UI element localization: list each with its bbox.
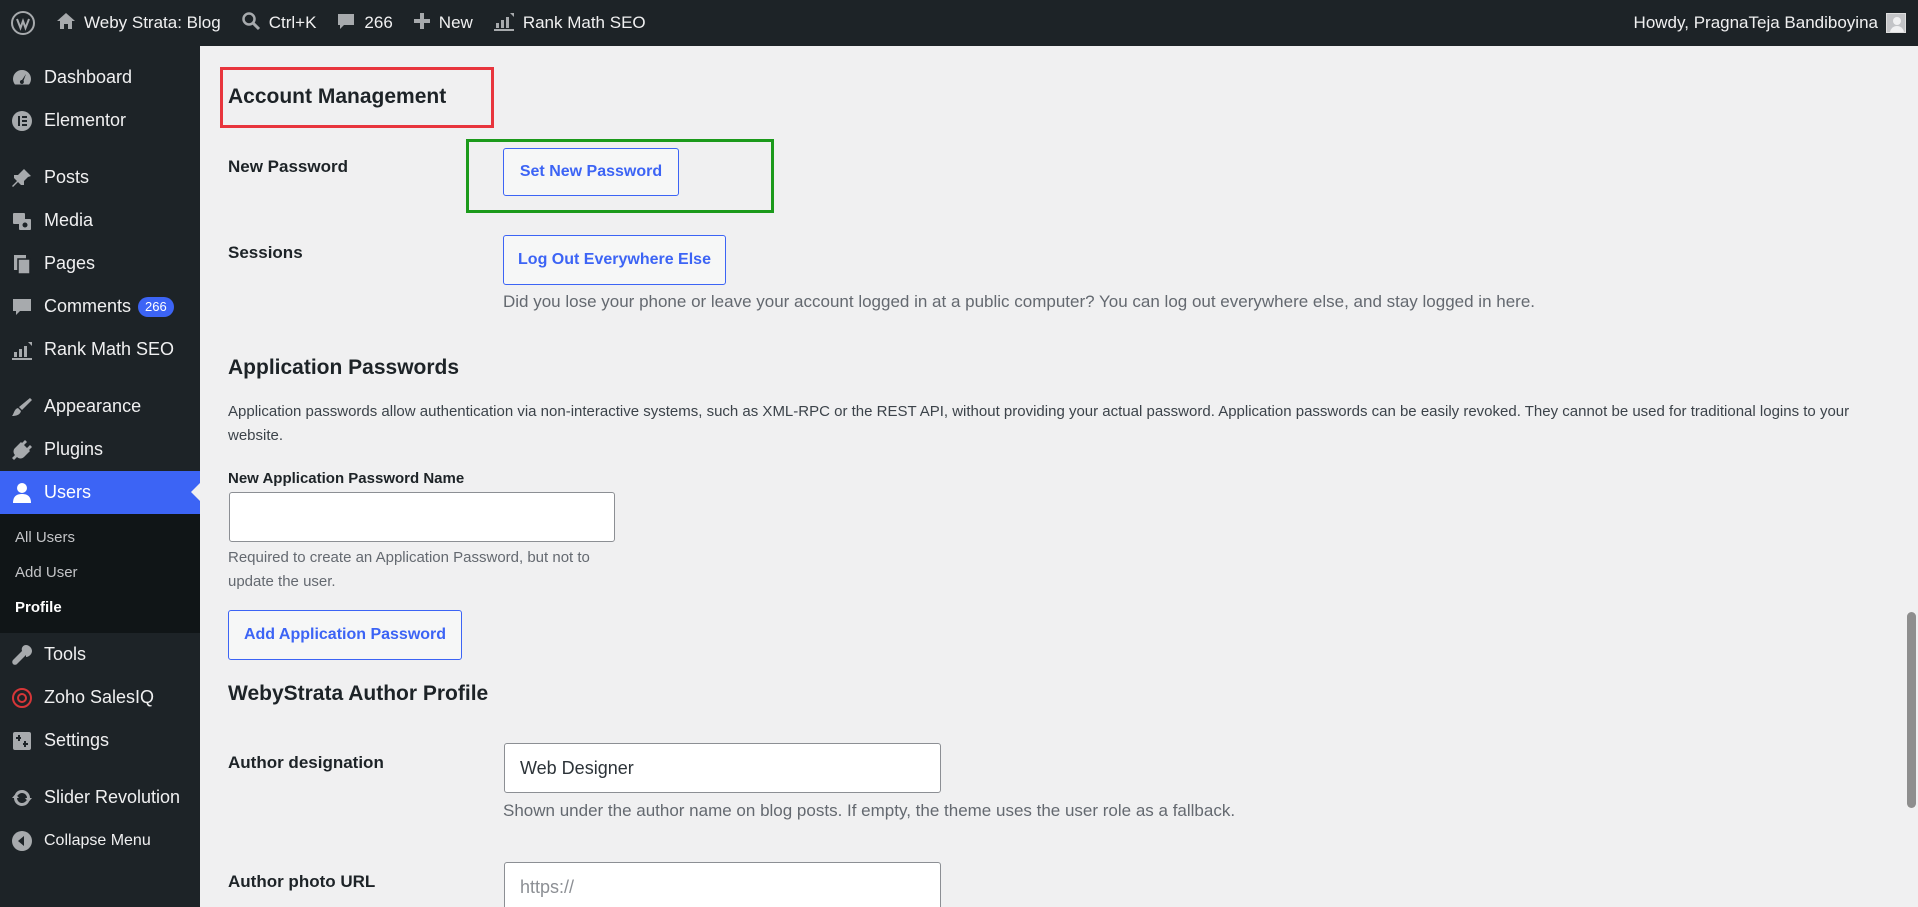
rankmath-link[interactable]: Rank Math SEO [483,0,656,46]
new-password-label: New Password [228,157,348,176]
refresh-icon [11,787,33,809]
brush-icon [11,396,33,418]
sessions-label: Sessions [228,243,303,262]
admin-bar: Weby Strata: Blog Ctrl+K 266 New Rank Ma… [0,0,1918,46]
new-content-link[interactable]: New [403,0,483,46]
application-passwords-heading: Application Passwords [228,356,460,379]
submenu-item-all-users[interactable]: All Users [0,520,200,555]
author-designation-label: Author designation [228,753,384,772]
site-name: Weby Strata: Blog [84,13,221,32]
app-password-name-input[interactable] [229,492,615,542]
plug-icon [11,439,33,461]
application-passwords-description: Application passwords allow authenticati… [228,403,1850,444]
sidebar-item-posts[interactable]: Posts [0,156,200,199]
sidebar-item-pages[interactable]: Pages [0,242,200,285]
author-photo-label: Author photo URL [228,872,376,891]
author-designation-description: Shown under the author name on blog post… [503,801,1236,820]
sidebar-item-plugins[interactable]: Plugins [0,428,200,471]
howdy-text: Howdy, PragnaTeja Bandiboyina [1633,13,1878,32]
sidebar-item-slider-revolution[interactable]: Slider Revolution [0,776,200,819]
comments-count-badge: 266 [138,296,174,317]
sidebar-item-media[interactable]: Media [0,199,200,242]
wrench-icon [11,644,33,666]
app-password-name-label: New Application Password Name [228,470,465,487]
rankmath-icon [493,11,515,36]
collapse-icon [11,830,33,852]
sidebar-item-zoho[interactable]: Zoho SalesIQ [0,676,200,719]
sidebar-item-elementor[interactable]: Elementor [0,99,200,142]
sidebar-item-appearance[interactable]: Appearance [0,385,200,428]
user-icon [11,482,33,504]
green-annotation-box [466,139,774,213]
submenu-item-add-user[interactable]: Add User [0,555,200,590]
zoho-icon [11,687,33,709]
author-photo-url-input[interactable] [504,862,941,907]
comment-icon [11,296,33,318]
page-scrollbar-thumb[interactable] [1907,612,1916,808]
admin-sidebar: Dashboard Elementor Posts Media Pages Co… [0,46,200,907]
sidebar-item-tools[interactable]: Tools [0,633,200,676]
log-out-everywhere-button[interactable]: Log Out Everywhere Else [503,235,726,285]
app-password-name-hint: Required to create an Application Passwo… [228,549,590,590]
author-profile-heading: WebyStrata Author Profile [228,682,489,705]
elementor-icon [11,110,33,132]
red-annotation-box [220,67,494,128]
comment-icon [336,11,356,36]
author-designation-input[interactable] [504,743,941,793]
users-submenu: All Users Add User Profile [0,514,200,633]
collapse-menu-button[interactable]: Collapse Menu [0,819,200,862]
sidebar-item-users[interactable]: Users [0,471,200,514]
avatar [1886,13,1906,33]
pin-icon [11,167,33,189]
sidebar-item-comments[interactable]: Comments 266 [0,285,200,328]
settings-icon [11,730,33,752]
add-application-password-button[interactable]: Add Application Password [228,610,462,660]
home-icon [56,11,76,36]
comments-link[interactable]: 266 [326,0,402,46]
my-account[interactable]: Howdy, PragnaTeja Bandiboyina [1634,0,1906,46]
search-icon [241,11,261,36]
submenu-item-profile[interactable]: Profile [0,590,200,625]
sidebar-item-settings[interactable]: Settings [0,719,200,762]
dashboard-icon [11,67,33,89]
sidebar-item-dashboard[interactable]: Dashboard [0,56,200,99]
site-name-link[interactable]: Weby Strata: Blog [46,0,231,46]
pages-icon [11,253,33,275]
wordpress-logo-icon[interactable] [0,0,46,46]
sessions-description: Did you lose your phone or leave your ac… [503,292,1536,311]
search-shortcut[interactable]: Ctrl+K [231,0,327,46]
rankmath-icon [11,339,33,361]
media-icon [11,210,33,232]
plus-icon [413,12,431,35]
sidebar-item-rankmath[interactable]: Rank Math SEO [0,328,200,371]
